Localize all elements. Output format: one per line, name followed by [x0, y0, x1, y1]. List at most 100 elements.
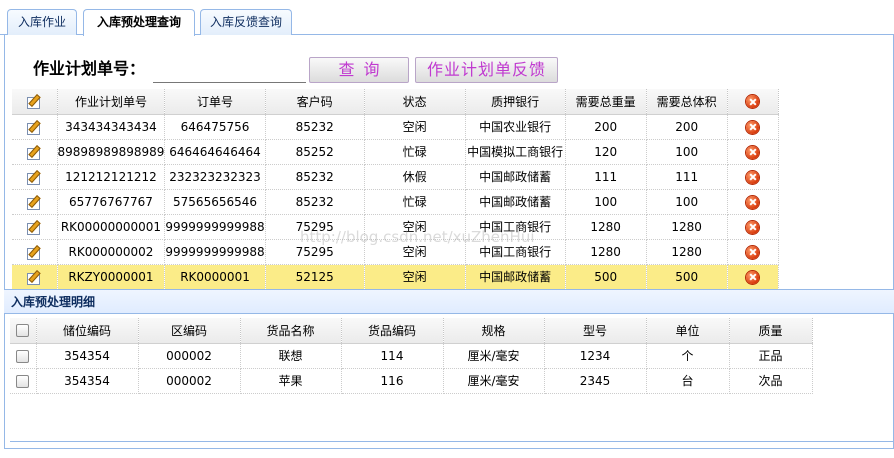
table-cell: 200: [646, 114, 728, 140]
table-cell: 75295: [265, 214, 365, 240]
query-button[interactable]: 查询: [309, 57, 409, 83]
column-header[interactable]: 作业计划单号: [57, 89, 166, 115]
table-cell: 个: [646, 343, 730, 369]
edit-icon[interactable]: [27, 271, 41, 285]
delete-cell[interactable]: [727, 164, 779, 190]
table-cell: 646475756: [164, 114, 266, 140]
table-cell: 中国工商银行: [465, 214, 566, 240]
table-row[interactable]: 65776767767 57565656546 85232 忙碌 中国邮政储蓄 100 10…: [12, 189, 779, 215]
edit-icon[interactable]: [27, 171, 41, 185]
row-checkbox[interactable]: [10, 343, 37, 369]
delete-icon[interactable]: [746, 145, 760, 159]
checkbox-icon[interactable]: [16, 324, 30, 338]
edit-cell[interactable]: [12, 114, 58, 140]
detail-table: 储位编码 区编码 货品名称 货品编码 规格 型号 单位 质量 354354 000…: [10, 318, 813, 394]
table-header-row: 作业计划单号 订单号 客户码 状态 质押银行 需要总重量 需要总体积: [12, 89, 779, 115]
table-cell: 中国邮政储蓄: [465, 189, 566, 215]
table-cell: 85232: [265, 164, 365, 190]
edit-cell[interactable]: [12, 239, 58, 265]
table-cell: 1234: [544, 343, 647, 369]
plan-number-input[interactable]: [153, 59, 306, 83]
table-cell: 52125: [265, 264, 365, 290]
delete-icon[interactable]: [746, 245, 760, 259]
table-cell: 空闲: [364, 214, 466, 240]
column-header[interactable]: 储位编码: [36, 318, 139, 344]
table-cell: 85252: [265, 139, 365, 165]
select-all-checkbox[interactable]: [10, 318, 37, 344]
edit-cell[interactable]: [12, 164, 58, 190]
column-header[interactable]: 单位: [646, 318, 730, 344]
table-cell: 200: [565, 114, 647, 140]
table-cell: 100: [565, 189, 647, 215]
table-cell: 232323232323: [164, 164, 266, 190]
checkbox-icon[interactable]: [16, 374, 30, 388]
tab-inbound-preprocess-query[interactable]: 入库预处理查询: [83, 9, 195, 36]
table-row[interactable]: 354354 000002 苹果 116 厘米/毫安 2345 台次品: [10, 368, 813, 394]
edit-cell[interactable]: [12, 189, 58, 215]
detail-panel-border: [10, 441, 894, 442]
delete-cell[interactable]: [727, 239, 779, 265]
column-header[interactable]: 货品名称: [240, 318, 342, 344]
edit-cell[interactable]: [12, 139, 58, 165]
column-header[interactable]: 型号: [544, 318, 647, 344]
edit-icon: [27, 95, 41, 110]
table-cell: 116: [341, 368, 444, 394]
table-header-row: 储位编码 区编码 货品名称 货品编码 规格 型号 单位 质量: [10, 318, 813, 344]
table-cell: 65776767767: [57, 189, 166, 215]
tab-inbound-feedback-query[interactable]: 入库反馈查询: [200, 9, 292, 35]
table-cell: 忙碌: [364, 139, 466, 165]
column-header[interactable]: 订单号: [164, 89, 266, 115]
column-header[interactable]: 客户码: [265, 89, 365, 115]
table-cell: 89898989898989: [57, 139, 166, 165]
table-cell: RKZY0000001: [57, 264, 166, 290]
delete-icon[interactable]: [746, 120, 760, 134]
table-cell: 联想: [240, 343, 342, 369]
edit-icon[interactable]: [27, 196, 41, 210]
table-cell: RK0000001: [164, 264, 266, 290]
edit-icon[interactable]: [27, 121, 41, 135]
plan-feedback-button[interactable]: 作业计划单反馈: [415, 57, 558, 83]
delete-icon[interactable]: [746, 170, 760, 184]
delete-cell[interactable]: [727, 114, 779, 140]
column-header[interactable]: 规格: [443, 318, 545, 344]
edit-cell[interactable]: [12, 264, 58, 290]
delete-cell[interactable]: [727, 214, 779, 240]
table-row[interactable]: RK000000002 9999999999988 75295 空闲 中国工商银行 128…: [12, 239, 779, 265]
table-cell: 忙碌: [364, 189, 466, 215]
table-cell: 苹果: [240, 368, 342, 394]
table-cell: 500: [565, 264, 647, 290]
delete-icon[interactable]: [746, 220, 760, 234]
edit-icon[interactable]: [27, 146, 41, 160]
table-row[interactable]: 89898989898989 646464646464 85252 忙碌 中国模拟工商银…: [12, 139, 779, 165]
delete-column-header: [727, 89, 779, 115]
column-header[interactable]: 需要总重量: [565, 89, 647, 115]
delete-cell[interactable]: [727, 189, 779, 215]
column-header[interactable]: 质押银行: [465, 89, 566, 115]
edit-icon[interactable]: [27, 221, 41, 235]
table-row[interactable]: RK00000000001 9999999999988 75295 空闲 中国工商银行 1…: [12, 214, 779, 240]
delete-icon[interactable]: [746, 195, 760, 209]
tab-inbound-operation[interactable]: 入库作业: [7, 9, 77, 35]
table-row[interactable]: 354354 000002 联想 114 厘米/毫安 1234 个正品: [10, 343, 813, 369]
checkbox-icon[interactable]: [16, 349, 30, 363]
tab-bar: 入库作业 入库预处理查询 入库反馈查询: [0, 0, 894, 36]
table-row[interactable]: RKZY0000001 RK0000001 52125 空闲 中国邮政储蓄 500 500: [12, 264, 779, 290]
column-header[interactable]: 区编码: [138, 318, 241, 344]
table-row[interactable]: 343434343434 646475756 85232 空闲 中国农业银行 200 200: [12, 114, 779, 140]
column-header[interactable]: 货品编码: [341, 318, 444, 344]
row-checkbox[interactable]: [10, 368, 37, 394]
edit-icon[interactable]: [27, 246, 41, 260]
delete-icon: [746, 95, 760, 109]
table-cell: 1280: [646, 239, 728, 265]
column-header[interactable]: 质量: [729, 318, 813, 344]
edit-cell[interactable]: [12, 214, 58, 240]
delete-icon[interactable]: [746, 270, 760, 284]
table-cell: 1280: [565, 239, 647, 265]
delete-cell[interactable]: [727, 264, 779, 290]
table-row[interactable]: 121212121212 232323232323 85232 休假 中国邮政储蓄 111…: [12, 164, 779, 190]
column-header[interactable]: 需要总体积: [646, 89, 728, 115]
column-header[interactable]: 状态: [364, 89, 466, 115]
delete-cell[interactable]: [727, 139, 779, 165]
plan-number-label: 作业计划单号：: [33, 59, 146, 78]
table-cell: 114: [341, 343, 444, 369]
